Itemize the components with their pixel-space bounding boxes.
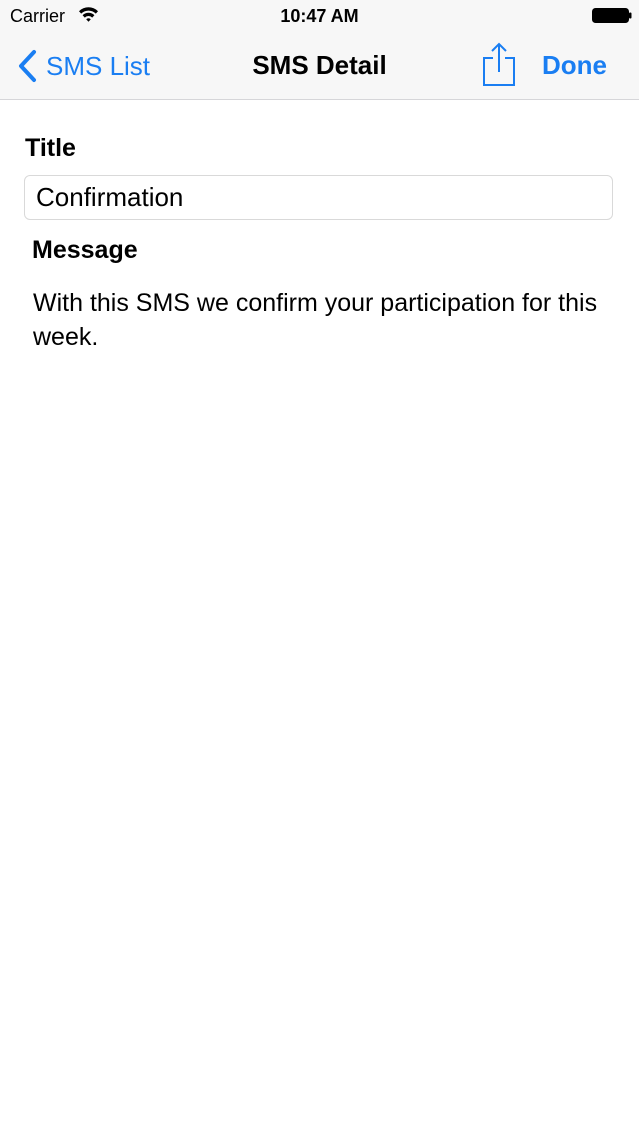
top-bar: Carrier 10:47 AM SMS List SMS Detail Don… [0, 0, 639, 100]
title-field-label: Title [25, 134, 76, 162]
share-icon[interactable] [482, 41, 516, 87]
status-time: 10:47 AM [280, 6, 359, 26]
done-button[interactable]: Done [542, 48, 607, 82]
message-field-label: Message [32, 236, 138, 264]
status-bar: Carrier 10:47 AM [0, 0, 639, 32]
message-body[interactable]: With this SMS we confirm your participat… [33, 286, 608, 354]
title-input[interactable] [24, 175, 613, 220]
navigation-bar: SMS List SMS Detail Done [0, 32, 639, 99]
battery-full-icon [592, 8, 632, 23]
